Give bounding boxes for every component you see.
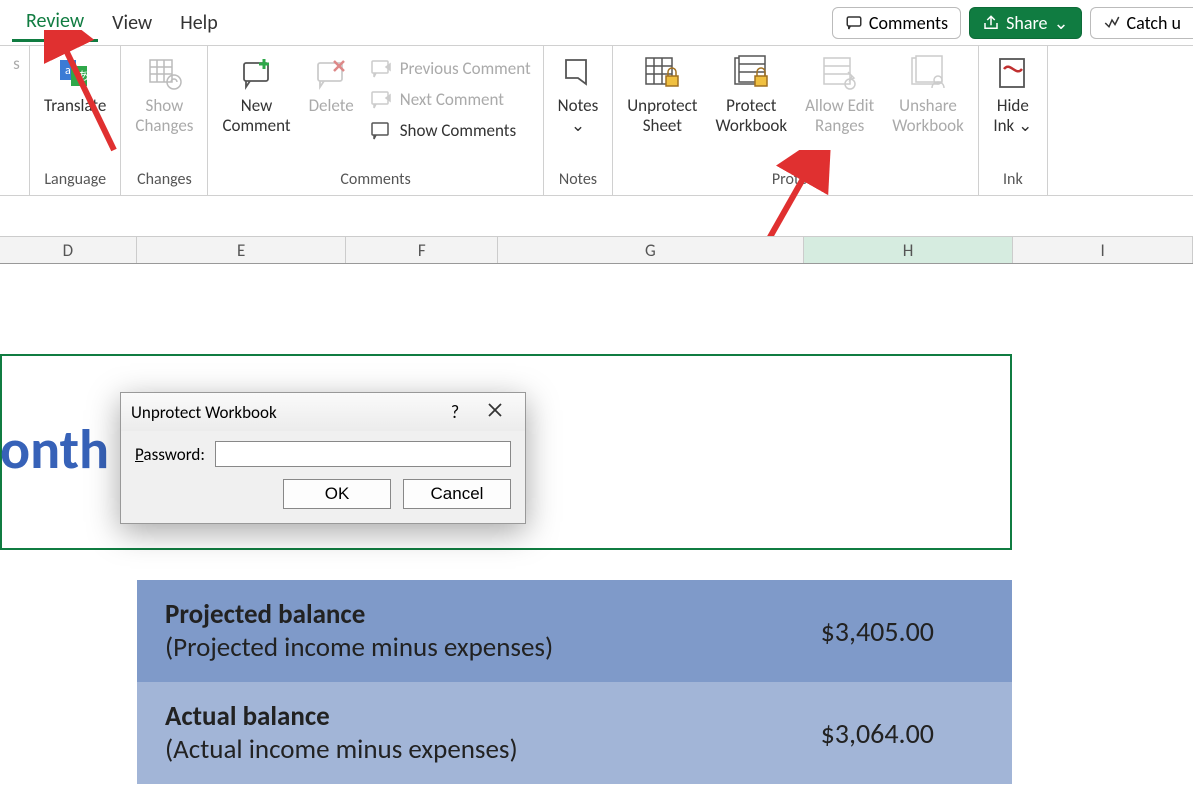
col-header-f[interactable]: F: [346, 237, 498, 263]
chevron-down-icon: ⌄: [571, 115, 585, 136]
unshare-workbook-button[interactable]: Unshare Workbook: [884, 50, 972, 139]
tab-bar: Review View Help Comments Share ⌄ Catch …: [0, 0, 1193, 46]
col-header-h[interactable]: H: [804, 237, 1014, 263]
page-title-fragment: onth: [0, 416, 130, 484]
previous-comment-button[interactable]: Previous Comment: [364, 56, 537, 81]
new-comment-icon: [238, 55, 276, 93]
group-label-changes: Changes: [137, 168, 192, 193]
ok-button[interactable]: OK: [283, 479, 391, 509]
balance-row-actual: Actual balance (Actual income minus expe…: [137, 682, 1012, 784]
unprotect-sheet-button[interactable]: Unprotect Sheet: [619, 50, 705, 139]
protect-workbook-button[interactable]: Protect Workbook: [707, 50, 795, 139]
actual-value: $3,064.00: [821, 716, 984, 751]
column-headers: D E F G H I: [0, 236, 1193, 264]
group-label-protect: Protect: [772, 168, 819, 193]
previous-comment-label: Previous Comment: [400, 58, 531, 79]
show-changes-label: Show Changes: [135, 96, 193, 135]
unshare-workbook-label: Unshare Workbook: [892, 96, 964, 135]
delete-comment-icon: [312, 55, 350, 93]
protect-workbook-label: Protect Workbook: [715, 96, 787, 135]
translate-label: Translate: [44, 96, 106, 116]
next-comment-button[interactable]: Next Comment: [364, 87, 537, 112]
allow-edit-ranges-button[interactable]: Allow Edit Ranges: [797, 50, 882, 139]
group-protect: Unprotect Sheet Protect Workbook Allow E…: [613, 46, 979, 195]
delete-comment-button[interactable]: Delete: [301, 50, 362, 120]
unshare-workbook-icon: [908, 54, 948, 94]
projected-sublabel: (Projected income minus expenses): [165, 631, 801, 664]
share-label: Share: [1006, 12, 1047, 34]
comments-button[interactable]: Comments: [832, 7, 961, 39]
balance-table: Projected balance (Projected income minu…: [137, 580, 1012, 784]
previous-comment-icon: [370, 59, 392, 79]
unprotect-sheet-label: Unprotect Sheet: [627, 96, 697, 135]
catch-up-button[interactable]: Catch u: [1090, 7, 1193, 39]
comment-bubble-icon: [845, 14, 863, 32]
actual-label: Actual balance: [165, 700, 801, 733]
group-comments: New Comment Delete Previous Comment Next…: [208, 46, 543, 195]
hide-ink-icon: [994, 55, 1032, 93]
dialog-title-bar[interactable]: Unprotect Workbook ?: [121, 393, 525, 431]
catch-up-icon: [1103, 14, 1121, 32]
group-notes: Notes⌄ Notes: [544, 46, 614, 195]
tab-help[interactable]: Help: [166, 5, 232, 41]
group-cut-left: s: [4, 46, 30, 195]
new-comment-button[interactable]: New Comment: [214, 50, 298, 139]
show-changes-button[interactable]: Show Changes: [127, 50, 201, 139]
unprotect-sheet-icon: [642, 54, 682, 94]
col-header-i[interactable]: I: [1013, 237, 1193, 263]
group-label-comments: Comments: [340, 168, 410, 193]
password-input[interactable]: [215, 441, 511, 467]
notes-button[interactable]: Notes⌄: [550, 50, 607, 139]
group-ink: Hide Ink ⌄ Ink: [979, 46, 1048, 195]
show-comments-label: Show Comments: [400, 120, 516, 141]
group-changes: Show Changes Changes: [121, 46, 208, 195]
chevron-down-icon: ⌄: [1018, 115, 1032, 136]
delete-comment-label: Delete: [309, 96, 354, 116]
dialog-title: Unprotect Workbook: [131, 402, 435, 423]
hide-ink-button[interactable]: Hide Ink ⌄: [985, 50, 1041, 139]
group-language: aあ Translate Language: [30, 46, 121, 195]
chevron-down-icon: ⌄: [1053, 12, 1068, 34]
catch-up-label: Catch u: [1127, 12, 1181, 34]
projected-value: $3,405.00: [821, 614, 984, 649]
show-changes-icon: [144, 54, 184, 94]
dialog-close-button[interactable]: [475, 401, 515, 423]
comments-label: Comments: [869, 12, 948, 34]
group-label-ink: Ink: [1003, 168, 1023, 193]
svg-text:a: a: [65, 64, 71, 78]
col-header-d[interactable]: D: [0, 237, 137, 263]
password-label: Password:: [135, 444, 205, 465]
allow-edit-label: Allow Edit Ranges: [805, 96, 874, 135]
col-header-g[interactable]: G: [498, 237, 803, 263]
next-comment-label: Next Comment: [400, 89, 504, 110]
next-comment-icon: [370, 90, 392, 110]
show-comments-icon: [370, 121, 392, 141]
group-label-notes: Notes: [559, 168, 597, 193]
svg-text:あ: あ: [77, 69, 89, 84]
protect-workbook-icon: [731, 54, 771, 94]
projected-label: Projected balance: [165, 598, 801, 631]
allow-edit-icon: [820, 54, 860, 94]
new-comment-label: New Comment: [222, 96, 290, 135]
tab-review[interactable]: Review: [12, 3, 98, 42]
share-icon: [982, 14, 1000, 32]
translate-icon: aあ: [57, 56, 93, 92]
tab-view[interactable]: View: [98, 5, 166, 41]
ribbon: s aあ Translate Language Show Changes Cha…: [0, 46, 1193, 196]
unprotect-workbook-dialog: Unprotect Workbook ? Password: OK Cancel: [120, 392, 526, 524]
col-header-e[interactable]: E: [137, 237, 347, 263]
translate-button[interactable]: aあ Translate: [36, 50, 114, 120]
share-button[interactable]: Share ⌄: [969, 7, 1081, 39]
balance-row-projected: Projected balance (Projected income minu…: [137, 580, 1012, 682]
dialog-help-button[interactable]: ?: [435, 401, 475, 423]
cancel-button[interactable]: Cancel: [403, 479, 511, 509]
show-comments-button[interactable]: Show Comments: [364, 118, 537, 143]
group-label-language: Language: [44, 168, 106, 193]
notes-icon: [560, 56, 596, 92]
close-icon: [487, 402, 503, 418]
actual-sublabel: (Actual income minus expenses): [165, 733, 801, 766]
notes-label: Notes: [558, 95, 599, 116]
